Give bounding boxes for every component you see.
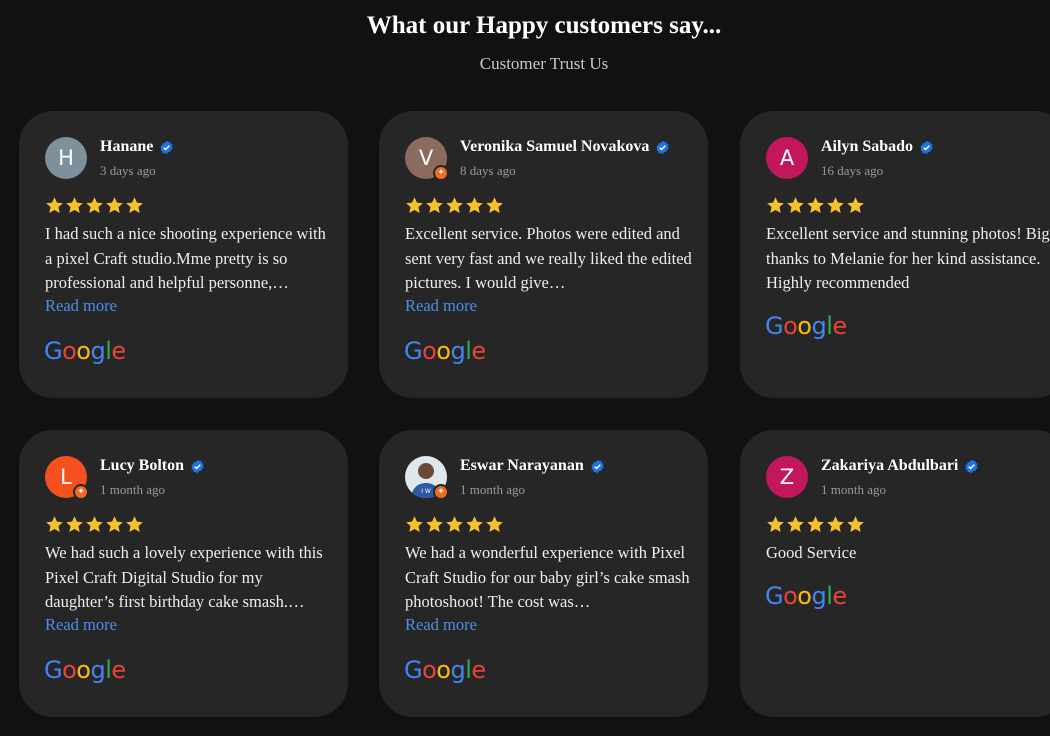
star-icon	[66, 516, 83, 533]
review-text: Good Service	[766, 543, 857, 562]
rating-stars	[766, 515, 865, 534]
star-icon	[126, 197, 143, 214]
review-time: 1 month ago	[100, 482, 165, 497]
reviewer-name: Veronika Samuel Novakova	[460, 138, 650, 155]
google-logo: Google	[404, 656, 486, 684]
google-logo: Google	[404, 337, 486, 365]
star-icon	[126, 516, 143, 533]
star-icon	[66, 197, 83, 214]
avatar-photo: I W ✦	[405, 456, 449, 500]
avatar: L ✦	[45, 456, 89, 500]
review-time: 16 days ago	[821, 163, 884, 178]
rating-stars	[45, 515, 144, 534]
local-guide-badge-icon: ✦	[433, 165, 449, 181]
star-icon	[406, 516, 423, 533]
review-card: Z Zakariya Abdulbari 1 month ago Good Se…	[740, 430, 1050, 717]
google-logo: Google	[44, 656, 126, 684]
avatar-letter: V	[418, 145, 434, 170]
review-text: Excellent service and stunning photos! B…	[766, 224, 1050, 292]
star-icon	[446, 516, 463, 533]
verified-icon	[191, 459, 204, 473]
star-icon	[787, 516, 804, 533]
review-text: I had such a nice shooting experience wi…	[45, 224, 326, 292]
reviewer-name: Ailyn Sabado	[821, 138, 914, 155]
star-icon	[807, 516, 824, 533]
local-guide-badge-icon: ✦	[73, 484, 89, 500]
verified-icon	[920, 140, 933, 154]
review-time: 1 month ago	[460, 482, 525, 497]
section-title: What our Happy customers say...	[366, 12, 722, 39]
reviewer-name: Hanane	[100, 138, 154, 155]
avatar-letter: A	[779, 145, 795, 170]
avatar-letter: L	[60, 464, 72, 489]
star-icon	[46, 516, 63, 533]
review-card: L ✦ Lucy Bolton 1 month ago We had such …	[19, 430, 348, 717]
google-logo: Google	[44, 337, 126, 365]
star-icon	[106, 516, 123, 533]
rating-stars	[405, 515, 504, 534]
review-text: We had such a lovely experience with thi…	[45, 543, 323, 611]
star-icon	[46, 197, 63, 214]
star-icon	[86, 197, 103, 214]
star-icon	[767, 516, 784, 533]
star-icon	[86, 516, 103, 533]
star-icon	[847, 516, 864, 533]
svg-text:I W: I W	[421, 488, 431, 495]
review-text: Excellent service. Photos were edited an…	[405, 224, 692, 292]
review-card: I W ✦ Eswar Narayanan 1 month ago We had…	[379, 430, 708, 717]
star-icon	[426, 197, 443, 214]
avatar: Z	[766, 456, 808, 498]
reviewer-name: Eswar Narayanan	[460, 457, 584, 474]
avatar-letter: Z	[779, 464, 795, 489]
star-icon	[446, 197, 463, 214]
avatar: A	[766, 137, 808, 179]
star-icon	[827, 516, 844, 533]
read-more-link[interactable]: Read more	[45, 296, 117, 316]
rating-stars	[405, 196, 504, 215]
review-card: V ✦ Veronika Samuel Novakova 8 days ago …	[379, 111, 708, 398]
reviewer-name: Lucy Bolton	[100, 457, 185, 474]
google-logo: Google	[765, 312, 847, 340]
avatar-letter: H	[58, 145, 74, 170]
read-more-link[interactable]: Read more	[405, 296, 477, 316]
star-icon	[466, 197, 483, 214]
star-icon	[406, 197, 423, 214]
star-icon	[827, 197, 844, 214]
star-icon	[486, 197, 503, 214]
reviewer-name: Zakariya Abdulbari	[821, 457, 959, 474]
star-icon	[486, 516, 503, 533]
avatar: V ✦	[405, 137, 449, 181]
star-icon	[787, 197, 804, 214]
read-more-link[interactable]: Read more	[45, 615, 117, 635]
rating-stars	[45, 196, 144, 215]
read-more-link[interactable]: Read more	[405, 615, 477, 635]
verified-icon	[656, 140, 670, 154]
local-guide-badge-icon: ✦	[433, 484, 449, 500]
star-icon	[767, 197, 784, 214]
star-icon	[847, 197, 864, 214]
star-icon	[106, 197, 123, 214]
review-time: 3 days ago	[100, 163, 156, 178]
review-time: 1 month ago	[821, 482, 886, 497]
section-subtitle: Customer Trust Us	[479, 54, 609, 73]
star-icon	[466, 516, 483, 533]
star-icon	[807, 197, 824, 214]
review-card: H Hanane 3 days ago I had such a nice sh…	[19, 111, 348, 398]
avatar: H	[45, 137, 87, 179]
star-icon	[426, 516, 443, 533]
verified-icon	[160, 140, 174, 154]
verified-icon	[591, 459, 604, 473]
rating-stars	[766, 196, 865, 215]
google-logo: Google	[765, 582, 847, 610]
review-time: 8 days ago	[460, 163, 516, 178]
review-text: We had a wonderful experience with Pixel…	[405, 543, 690, 611]
review-card: A Ailyn Sabado 16 days ago Excellent ser…	[740, 111, 1050, 398]
verified-icon	[965, 459, 979, 473]
